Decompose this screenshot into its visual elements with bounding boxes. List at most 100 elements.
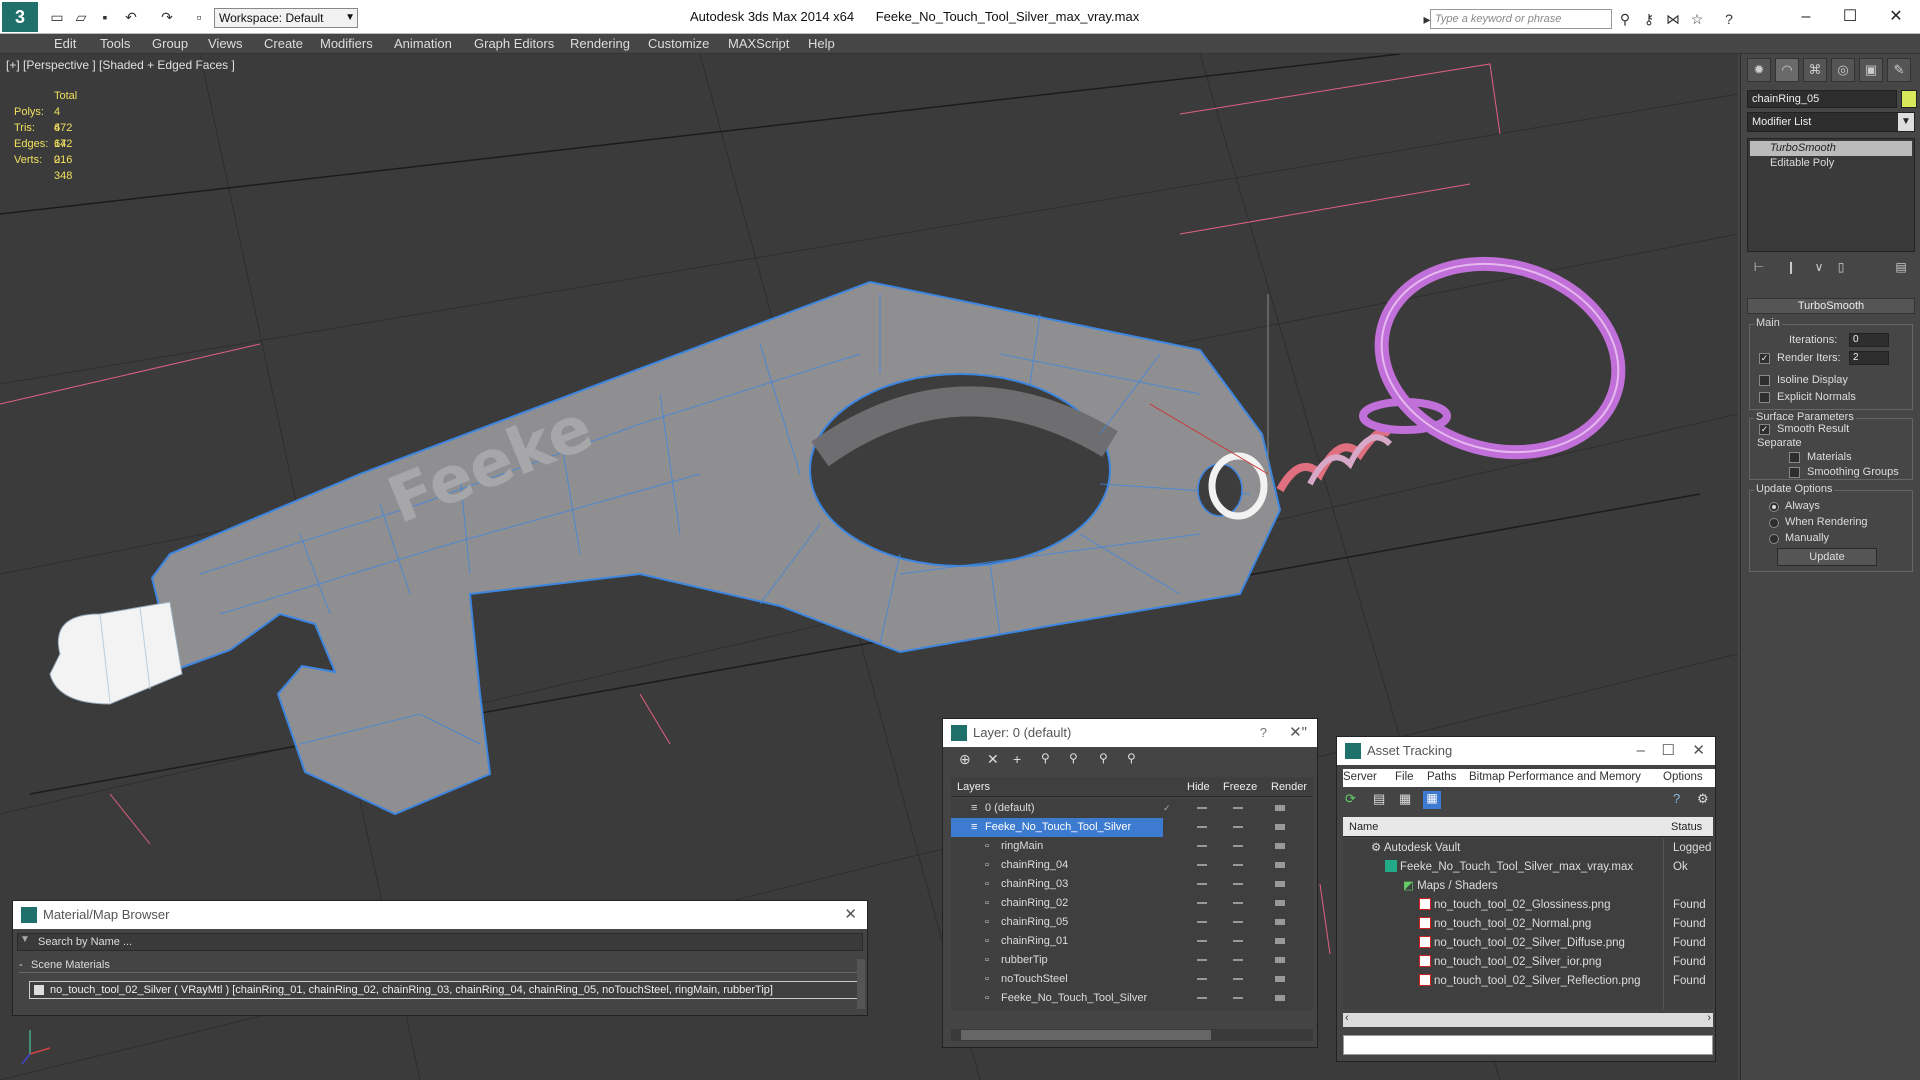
make-unique-icon[interactable]: ∨ <box>1811 260 1827 276</box>
layer-row[interactable]: ▫ noTouchSteel <box>951 970 1163 989</box>
col-render[interactable]: Render <box>1271 777 1307 797</box>
material-entry[interactable]: no_touch_tool_02_Silver ( VRayMtl ) [cha… <box>29 981 865 999</box>
redo-icon[interactable]: ↷ <box>158 8 176 26</box>
maximize-button[interactable]: ☐ <box>1830 4 1870 30</box>
menu-tools[interactable]: Tools <box>100 34 130 54</box>
object-color-swatch[interactable] <box>1901 90 1917 108</box>
menu-file[interactable]: File <box>1395 771 1414 783</box>
pin-stack-icon[interactable]: ⊢ <box>1751 260 1767 276</box>
close-icon[interactable]: ✕ <box>1692 737 1705 765</box>
workspace-dropdown[interactable]: Workspace: Default ▼ <box>214 8 358 28</box>
hide-all-icon[interactable]: ⚲ <box>1099 751 1108 765</box>
always-radio[interactable] <box>1769 502 1779 512</box>
menu-maxscript[interactable]: MAXScript <box>728 34 789 54</box>
project-folder-icon[interactable]: ▫ <box>190 8 208 26</box>
menu-options[interactable]: Options <box>1663 771 1703 783</box>
stack-item-turbosmooth[interactable]: TurboSmooth <box>1750 141 1912 156</box>
remove-modifier-icon[interactable]: ▯ <box>1833 260 1849 276</box>
menu-graph-editors[interactable]: Graph Editors <box>474 34 554 54</box>
manually-radio[interactable] <box>1769 534 1779 544</box>
asset-row[interactable]: no_touch_tool_02_Silver_Diffuse.png Found <box>1343 934 1713 953</box>
update-button[interactable]: Update <box>1777 548 1877 566</box>
layer-row[interactable]: ▫ rubberTip <box>951 951 1163 970</box>
modify-tab-icon[interactable]: ◠ <box>1775 58 1799 82</box>
viewport-label[interactable]: [+] [Perspective ] [Shaded + Edged Faces… <box>6 58 235 72</box>
settings-icon[interactable]: ⚙ <box>1697 791 1709 807</box>
motion-tab-icon[interactable]: ◎ <box>1831 58 1855 82</box>
help-icon[interactable]: ? <box>1673 791 1680 806</box>
maximize-icon[interactable]: ☐ <box>1662 737 1675 765</box>
isoline-checkbox[interactable] <box>1759 375 1770 386</box>
key-icon[interactable]: ⚷ <box>1640 10 1658 28</box>
menu-rendering[interactable]: Rendering <box>570 34 630 54</box>
save-icon[interactable]: ▪ <box>96 8 114 26</box>
undo-icon[interactable]: ↶ <box>122 8 140 26</box>
stack-item-editable-poly[interactable]: Editable Poly <box>1750 156 1912 171</box>
asset-path-field[interactable] <box>1343 1035 1713 1055</box>
menu-bitmap-performance[interactable]: Bitmap Performance and Memory <box>1469 771 1641 783</box>
layer-row[interactable]: ▫ Feeke_No_Touch_Tool_Silver <box>951 989 1163 1008</box>
explicit-normals-checkbox[interactable] <box>1759 392 1770 403</box>
menu-views[interactable]: Views <box>208 34 242 54</box>
smooth-result-checkbox[interactable]: ✓ <box>1759 424 1770 435</box>
layer-row[interactable]: ▫ chainRing_02 <box>951 894 1163 913</box>
layer-row[interactable]: ▫ ringMain <box>951 837 1163 856</box>
help-icon[interactable]: ? <box>1260 719 1267 747</box>
rollout-header[interactable]: TurboSmooth <box>1747 298 1915 314</box>
when-rendering-radio[interactable] <box>1769 518 1779 528</box>
menu-help[interactable]: Help <box>808 34 835 54</box>
close-button[interactable]: ✕ <box>1876 4 1916 30</box>
layer-row[interactable]: ▫ chainRing_03 <box>951 875 1163 894</box>
add-to-layer-icon[interactable]: + <box>1013 751 1021 767</box>
render-iters-spinner[interactable]: 2 <box>1849 351 1889 365</box>
display-tab-icon[interactable]: ▣ <box>1859 58 1883 82</box>
refresh-icon[interactable]: ⟳ <box>1345 791 1356 807</box>
utilities-tab-icon[interactable]: ✎ <box>1887 58 1911 82</box>
col-hide[interactable]: Hide <box>1187 777 1210 797</box>
modifier-list-dropdown[interactable]: Modifier List ▼ <box>1747 112 1915 132</box>
col-layers[interactable]: Layers <box>957 777 990 797</box>
menu-edit[interactable]: Edit <box>54 34 76 54</box>
delete-layer-icon[interactable]: ✕ <box>987 751 999 768</box>
menu-modifiers[interactable]: Modifiers <box>320 34 373 54</box>
asset-row[interactable]: no_touch_tool_02_Silver_ior.png Found <box>1343 953 1713 972</box>
iterations-spinner[interactable]: 0 <box>1849 333 1889 347</box>
close-icon[interactable]: ✕" <box>1289 719 1307 747</box>
star-icon[interactable]: ☆ <box>1688 10 1706 28</box>
create-layer-icon[interactable]: ⊕ <box>959 751 971 768</box>
hierarchy-tab-icon[interactable]: ⌘ <box>1803 58 1827 82</box>
minimize-button[interactable]: – <box>1786 4 1826 30</box>
search-input[interactable]: Type a keyword or phrase <box>1430 9 1612 29</box>
thumbnails-icon[interactable]: ▦ <box>1399 791 1411 807</box>
app-logo-icon[interactable]: 3 <box>2 2 38 32</box>
asset-row[interactable]: ⚙ Autodesk Vault Logged O <box>1343 839 1713 858</box>
help-icon[interactable]: ? <box>1720 10 1738 28</box>
render-iters-checkbox[interactable]: ✓ <box>1759 353 1770 364</box>
minimize-icon[interactable]: – <box>1637 737 1645 765</box>
asset-row[interactable]: no_touch_tool_02_Glossiness.png Found <box>1343 896 1713 915</box>
layer-row[interactable]: ≡ Feeke_No_Touch_Tool_Silver <box>951 818 1163 837</box>
col-status[interactable]: Status <box>1671 817 1702 837</box>
new-file-icon[interactable]: ▭ <box>48 8 66 26</box>
show-end-result-icon[interactable]: ❙ <box>1783 260 1799 276</box>
asset-row[interactable]: ◩ Maps / Shaders <box>1343 877 1713 896</box>
open-file-icon[interactable]: ▱ <box>72 8 90 26</box>
menu-animation[interactable]: Animation <box>394 34 452 54</box>
menu-paths[interactable]: Paths <box>1427 771 1456 783</box>
configure-sets-icon[interactable]: ▤ <box>1893 260 1909 276</box>
layer-row[interactable]: ▫ chainRing_01 <box>951 932 1163 951</box>
menu-customize[interactable]: Customize <box>648 34 709 54</box>
scroll-left-icon[interactable]: ‹ <box>1345 1012 1349 1024</box>
asset-row[interactable]: no_touch_tool_02_Silver_Reflection.png Fo… <box>1343 972 1713 991</box>
highlight-layer-icon[interactable]: ⚲ <box>1069 751 1078 765</box>
layer-row[interactable]: ▫ chainRing_05 <box>951 913 1163 932</box>
scene-materials-header[interactable]: - Scene Materials <box>19 959 865 973</box>
scrollbar[interactable] <box>857 959 865 1009</box>
menu-group[interactable]: Group <box>152 34 188 54</box>
freeze-all-icon[interactable]: ⚲ <box>1127 751 1136 765</box>
object-name-field[interactable]: chainRing_05 <box>1747 90 1897 108</box>
smoothing-groups-checkbox[interactable] <box>1789 467 1800 478</box>
col-freeze[interactable]: Freeze <box>1223 777 1257 797</box>
horizontal-scrollbar[interactable] <box>951 1029 1313 1041</box>
scroll-right-icon[interactable]: › <box>1707 1012 1711 1024</box>
